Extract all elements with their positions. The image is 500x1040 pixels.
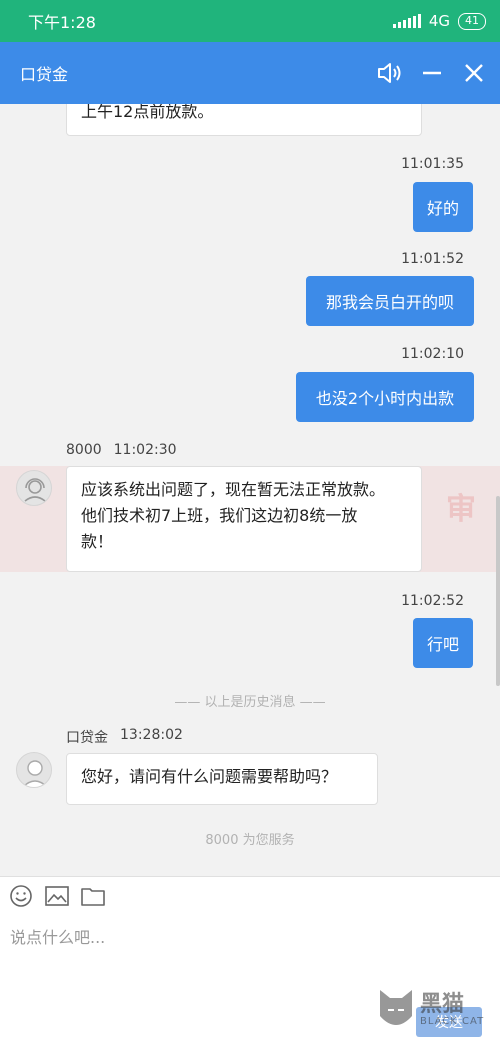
message-bubble-in: 您好，请问有什么问题需要帮助吗？ [66, 753, 378, 805]
folder-button[interactable] [80, 883, 106, 909]
sender-name: 口贷金 [66, 730, 108, 746]
message-input[interactable] [10, 917, 480, 957]
emoji-icon [10, 885, 32, 907]
message-bubble-out: 那我会员白开的呗 [306, 276, 474, 326]
network-type: 4G [428, 12, 450, 30]
status-icons: 4G 41 [392, 12, 486, 30]
signal-icon [392, 14, 421, 28]
logo-text-en: BLACK CAT [420, 1015, 485, 1027]
image-button[interactable] [44, 883, 70, 909]
header-actions [376, 59, 488, 87]
message-bubble-out: 行吧 [413, 618, 473, 668]
message-text: 上午12点前放款。 [81, 104, 214, 121]
folder-icon [81, 888, 105, 906]
message-text: 好的 [427, 199, 460, 218]
page-title: 口贷金 [20, 65, 69, 84]
message-text: 行吧 [427, 635, 460, 654]
message-text: 那我会员白开的呗 [325, 293, 454, 312]
message-bubble-in: 上午12点前放款。 [66, 104, 422, 136]
status-time: 下午1:28 [28, 13, 96, 32]
input-toolbar [8, 883, 106, 909]
message-text: 应该系统出问题了，现在暂无法正常放款。 [81, 480, 386, 499]
sender-name: 8000 [66, 442, 102, 458]
speaker-button[interactable] [376, 59, 404, 87]
service-note: 8000 为您服务 [205, 833, 295, 848]
message-bubble-in: 应该系统出问题了，现在暂无法正常放款。 他们技术初7上班，我们这边初8统一放 款… [66, 466, 422, 572]
message-time: 11:02:10 [401, 346, 464, 362]
message-text: 款！ [81, 532, 114, 551]
close-icon [465, 64, 483, 82]
avatar [16, 470, 52, 506]
message-bubble-out: 也没2个小时内出款 [296, 372, 474, 422]
logo-text-cn: 黑猫 [420, 991, 465, 1017]
status-bar: 下午1:28 4G 41 [0, 0, 500, 42]
chat-header: 口贷金 [0, 42, 500, 104]
watermark-logo-text: 黑猫 BLACK CAT [420, 991, 485, 1027]
message-time: 11:01:52 [401, 251, 464, 267]
message-bubble-out: 好的 [413, 182, 473, 232]
message-time: 13:28:02 [120, 727, 183, 743]
image-icon [45, 886, 69, 906]
close-button[interactable] [460, 59, 488, 87]
message-text: 您好，请问有什么问题需要帮助吗？ [81, 767, 338, 786]
minimize-button[interactable] [418, 59, 446, 87]
message-time: 11:01:35 [401, 156, 464, 172]
message-text: 他们技术初7上班，我们这边初8统一放 [81, 506, 358, 525]
avatar [16, 752, 52, 788]
black-cat-logo-icon [380, 990, 412, 1025]
battery-icon: 41 [458, 12, 486, 30]
message-time: 11:02:30 [113, 442, 177, 458]
history-divider: —— 以上是历史消息 —— [174, 695, 326, 710]
watermark-logo: 黑猫 BLACK CAT [376, 986, 484, 1034]
emoji-button[interactable] [8, 883, 34, 909]
scrollbar[interactable] [496, 496, 500, 686]
message-time: 11:02:52 [401, 593, 464, 609]
sender-line: 口贷金 13:28:02 [66, 727, 183, 747]
sender-line: 8000 11:02:30 [66, 442, 177, 458]
speaker-icon [378, 63, 401, 83]
message-text: 也没2个小时内出款 [315, 389, 455, 408]
minimize-icon [423, 71, 441, 75]
watermark-text: 审 [446, 492, 476, 527]
